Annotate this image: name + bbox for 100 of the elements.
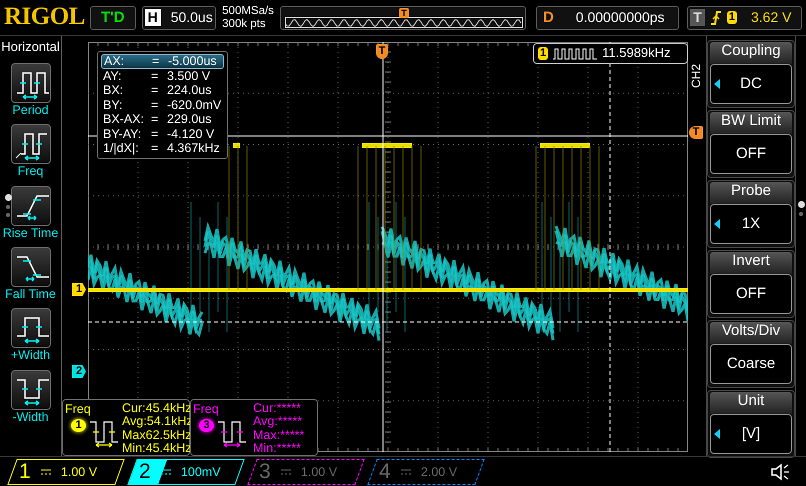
measure-label: Period — [12, 102, 49, 118]
menu-item-title: BW Limit — [710, 112, 792, 134]
trigger-level-marker: T — [689, 126, 703, 139]
horizontal-label: H — [144, 9, 161, 26]
dc-coupling-icon — [401, 468, 411, 474]
measure-label: +Width — [10, 348, 50, 363]
cursor-label: BY-AY: — [103, 126, 142, 141]
equals-sign: = — [152, 54, 160, 68]
cursor-row[interactable]: BX-AX: = 229.0us — [101, 112, 224, 126]
stat-label: Avg: — [122, 415, 147, 429]
trigger-position-marker: T — [398, 8, 409, 18]
dc-coupling-icon — [281, 468, 291, 474]
cursor-value: 4.367kHz — [167, 141, 220, 156]
left-arrow-icon — [714, 79, 720, 89]
cursor-value: -5.000us — [168, 54, 217, 68]
brand-logo: RIGOL — [4, 3, 84, 32]
equals-sign: = — [151, 141, 160, 156]
delay-value: 0.00000000ps — [576, 9, 665, 26]
run-status-button[interactable]: T'D — [90, 6, 136, 30]
cursor-row[interactable]: BY: = -620.0mV — [101, 98, 224, 112]
stat-label: Avg: — [253, 415, 278, 429]
cursor-row[interactable]: AY: = 3.500 V — [101, 68, 224, 83]
stat-label: Min: — [253, 442, 277, 456]
equals-sign: = — [151, 68, 160, 83]
measure-button[interactable] — [10, 370, 50, 410]
measure-label: -Width — [12, 410, 49, 424]
cursor-label: BX: — [103, 83, 124, 98]
measure-button[interactable] — [10, 308, 50, 348]
cursor-label: BY: — [103, 98, 124, 112]
menu-value-button[interactable]: 1X — [710, 204, 792, 244]
timebase-box[interactable]: H 50.0us — [142, 6, 216, 30]
equals-sign: = — [151, 126, 160, 141]
cursor-row[interactable]: 1/|dX|: = 4.367kHz — [101, 141, 224, 156]
measure-button[interactable] — [10, 124, 50, 164]
cursor-value: 224.0us — [167, 83, 212, 98]
measure-button[interactable] — [10, 62, 50, 103]
channel-badge: 1 — [71, 419, 86, 432]
stat-label: Min: — [122, 442, 146, 456]
stat-value: ***** — [280, 428, 304, 442]
stat-value: 62.5kHz — [146, 428, 192, 442]
stat-value: 45.4kHz — [146, 442, 192, 456]
measure-label: Freq — [18, 164, 44, 179]
channel-tab[interactable]: 2 100mV — [127, 458, 245, 484]
menu-value-button[interactable]: OFF — [710, 274, 792, 314]
cursor-row[interactable]: BY-AY: = -4.120 V — [101, 126, 224, 141]
stat-value: ***** — [278, 415, 302, 429]
channel-menu-label: CH2 — [690, 64, 704, 88]
channel-tab[interactable]: 3 1.00 V — [247, 458, 365, 484]
menu-value-button[interactable]: OFF — [710, 134, 792, 174]
cursor-label: 1/|dX|: — [103, 141, 140, 156]
trigger-label: T — [690, 9, 705, 26]
cursor-value: 229.0us — [167, 112, 212, 126]
equals-sign: = — [151, 98, 160, 112]
stat-label: Max — [122, 428, 146, 442]
menu-item-title: Coupling — [710, 42, 792, 64]
cursor-label: BX-AX: — [103, 112, 145, 126]
delay-box[interactable]: D 0.00000000ps — [536, 6, 680, 30]
channel-tab[interactable]: 4 2.00 V — [367, 458, 485, 484]
measurement-title: Freq — [193, 402, 220, 416]
stat-value: ***** — [276, 442, 301, 456]
menu-item-title: Unit — [710, 392, 792, 414]
stat-label: Cur: — [253, 402, 277, 416]
measure-button[interactable] — [10, 247, 50, 288]
stat-value: 45.4kHz — [146, 402, 192, 416]
stat-value: ***** — [276, 402, 301, 416]
sample-rate: 500MSa/s — [222, 5, 274, 18]
channel-tab[interactable]: 1 1.00 V — [7, 458, 125, 484]
menu-value-button[interactable]: DC — [710, 64, 792, 104]
trigger-position-marker: T — [376, 44, 388, 59]
stat-label: Max: — [253, 428, 280, 442]
trigger-box[interactable]: T 1 3.62 V — [687, 6, 802, 30]
cursor-row[interactable]: AX: = -5.000us — [101, 54, 224, 68]
measure-label: Fall Time — [5, 287, 56, 302]
frequency-value: 11.5989kHz — [602, 46, 671, 61]
pulse-train-icon — [553, 46, 598, 60]
menu-item-title: Invert — [710, 252, 792, 274]
timebase-value: 50.0us — [170, 9, 213, 26]
channel-badge: 3 — [199, 419, 214, 432]
equals-sign: = — [151, 112, 160, 126]
menu-item-title: Probe — [710, 182, 792, 204]
delay-label: D — [542, 8, 554, 26]
dc-coupling-icon — [161, 468, 171, 474]
left-arrow-icon — [714, 219, 720, 229]
cursor-value: 3.500 V — [167, 68, 210, 83]
cursor-value: -4.120 V — [167, 126, 214, 141]
dc-coupling-icon — [41, 468, 51, 474]
menu-value-button[interactable]: [V] — [710, 414, 792, 454]
menu-item-title: Volts/Div — [710, 322, 792, 344]
channel-badge: 1 — [538, 47, 548, 60]
menu-value-button[interactable]: Coarse — [710, 344, 792, 384]
cursor-row[interactable]: BX: = 224.0us — [101, 83, 224, 98]
measure-button[interactable] — [10, 186, 50, 226]
equals-sign: = — [151, 83, 160, 98]
menu-title: Horizontal — [1, 40, 60, 55]
rising-edge-icon — [710, 10, 721, 24]
trigger-channel-badge: 1 — [726, 11, 737, 24]
measurement-title: Freq — [65, 402, 92, 416]
channel-marker: 2 — [72, 365, 86, 378]
trigger-level: 3.62 V — [750, 9, 792, 26]
cursor-label: AY: — [103, 68, 123, 83]
